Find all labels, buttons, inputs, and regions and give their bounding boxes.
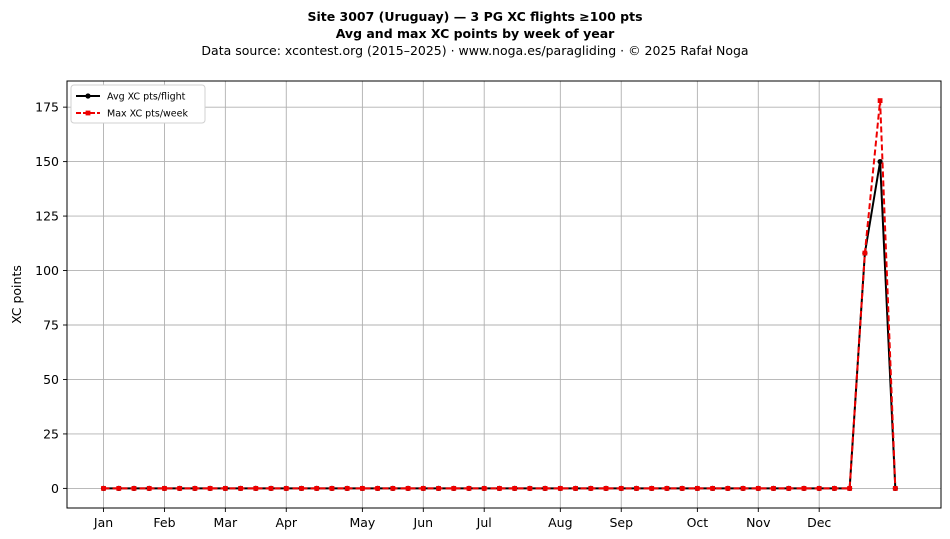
x-tick-label: Apr [275,515,297,530]
data-point-max [131,485,137,491]
x-tick-label: Sep [609,515,633,530]
data-point-max [101,485,106,491]
data-point-max [238,485,243,491]
legend-marker-circle [85,93,91,99]
x-tick-label: Feb [153,515,175,530]
data-point-max [314,485,320,491]
data-point-max [892,485,898,491]
x-tick-label: Oct [687,515,709,530]
data-point-max [116,485,122,491]
data-point-max [299,485,304,491]
y-tick-label: 175 [35,100,59,115]
data-point-max [177,485,183,491]
plot-frame [66,80,942,509]
x-tick-label: Mar [214,515,238,530]
data-point-max [847,485,853,491]
data-point-max [679,485,685,491]
data-point-max [451,485,457,491]
line-chart: Jan Feb Mar Apr May Jun Jul Aug Sep Oct Nov Dec 0 25 5… [9,80,942,530]
data-point-max [253,485,259,491]
data-point-max [207,485,213,491]
data-point-max [497,485,502,491]
data-point-max [542,485,548,491]
data-point-max [740,485,746,491]
x-tick-label: Jan [93,515,113,530]
data-point-max [222,485,228,491]
legend-marker-square [85,110,91,116]
data-point-max [162,485,167,491]
y-tick-label: 25 [43,426,59,441]
data-point-max [436,485,441,491]
data-point-max [192,485,198,491]
y-tick-label: 125 [35,209,59,224]
data-point-max [481,485,487,491]
y-tick-label: 50 [43,372,59,387]
data-point-max [832,485,837,491]
data-point-max [603,485,609,491]
legend-label-1: Avg XC pts/flight [107,92,186,103]
data-point-max [344,485,350,491]
data-point-max [527,485,533,491]
x-tick-label: Jul [476,515,492,530]
data-point-max [801,485,807,491]
data-point-max [725,485,731,491]
data-point-max [755,485,761,491]
data-point-max [710,485,716,491]
data-point-max [390,485,396,491]
data-point-max [329,485,335,491]
data-point-max [786,485,792,491]
x-tick-label: Jun [413,515,434,530]
y-tick-label: 150 [35,154,59,169]
y-tick-label: 75 [43,318,59,333]
x-tick-label: Aug [548,515,572,530]
data-point-max [664,485,670,491]
data-point-max [618,485,624,491]
data-point-max [405,485,411,491]
y-axis-label: XC points [9,265,24,324]
data-point-max [771,485,776,491]
x-tick-label: Nov [746,515,771,530]
data-point-max [420,485,426,491]
legend: Avg XC pts/flight Max XC pts/week [70,84,206,124]
data-point-max [649,485,655,491]
data-point-max [557,485,563,491]
y-tick-label: 0 [51,481,59,496]
y-tick-label: 100 [35,263,59,278]
series-line-2 [103,99,897,490]
x-tick-label: Dec [807,515,831,530]
data-point-max [375,485,381,491]
data-point-max [573,485,578,491]
data-point-max [466,485,472,491]
data-point-max [146,485,152,491]
legend-label-2: Max XC pts/week [107,109,188,120]
data-point-max [816,485,822,491]
data-point-max [588,485,594,491]
data-point-max [283,485,289,491]
x-tick-label: May [349,515,375,530]
data-point-max [359,485,365,491]
data-point-max [268,485,274,491]
data-point-max [877,98,883,104]
data-point-max [862,250,868,256]
data-point-max [694,485,700,491]
data-point-max [634,485,639,491]
data-point-max [512,485,518,491]
